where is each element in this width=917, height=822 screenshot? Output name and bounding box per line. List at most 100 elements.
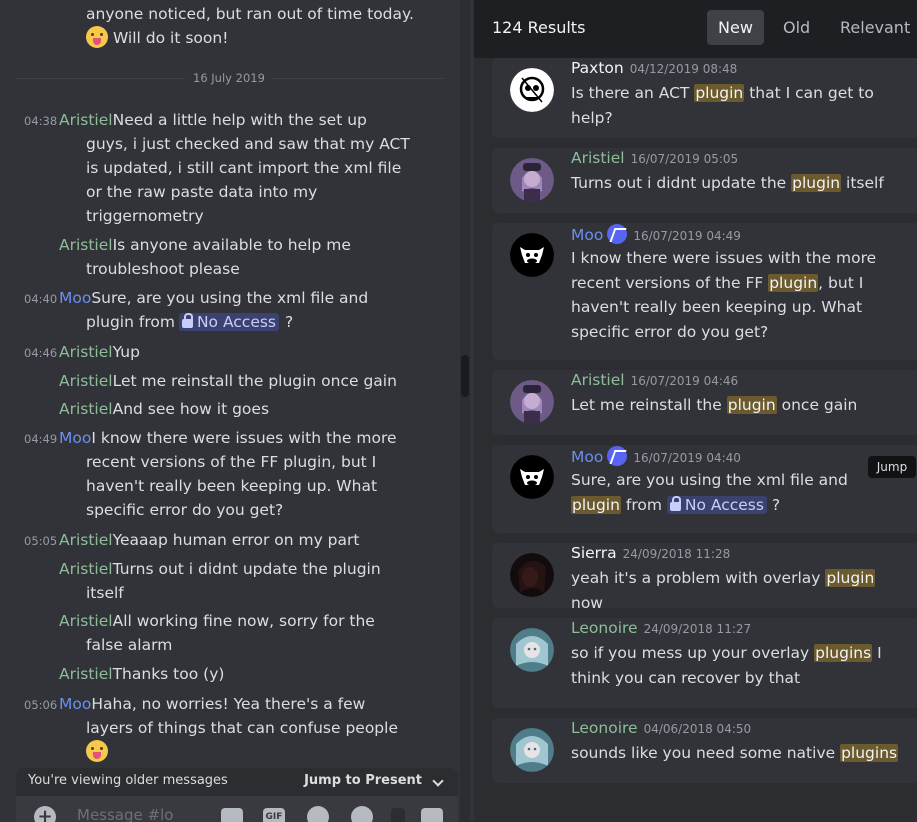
result-date: 04/12/2019 08:48 [629,62,738,76]
message-author[interactable]: Moo [59,695,91,713]
result-author[interactable]: Leonoire [571,719,638,737]
tongue-emoji-icon [86,26,108,48]
message-line: itself [86,581,124,605]
message-text: recent versions of the FF plugin, but I [86,453,377,471]
result-author[interactable]: Sierra [571,544,617,562]
message-line: AristielThanks too (y) [59,662,224,686]
sticker-icon[interactable] [307,806,329,822]
message-text: Sure, are you using the xml file and [91,289,369,307]
message-line: AristielYeaaap human error on my part [59,528,359,552]
search-header: 124 Results New Old Relevant [474,0,917,58]
result-author[interactable]: Moo [571,226,603,244]
mention-label: No Access [196,313,277,331]
result-author[interactable]: Paxton [571,59,624,77]
result-author-row: Leonoire 24/09/2018 11:27 [571,619,751,637]
avatar[interactable] [510,158,554,202]
message-author[interactable]: Aristiel [59,612,113,630]
message-line: or the raw paste data into my [86,180,317,204]
result-text-segment: itself [841,174,884,192]
chat-panel: anyone noticed, but ran out of time toda… [0,0,474,822]
message-input[interactable]: Message #lo [77,806,173,822]
result-author[interactable]: Aristiel [571,149,625,167]
result-author[interactable]: Leonoire [571,619,638,637]
chevron-down-icon[interactable] [432,775,444,787]
result-text-segment: sounds like you need some native [571,744,841,762]
lock-icon [669,495,681,511]
result-text-segment: so if you mess up your overlay [571,644,815,662]
message-author[interactable]: Aristiel [59,111,113,129]
result-date: 24/09/2018 11:28 [622,547,731,561]
result-author[interactable]: Aristiel [571,371,625,389]
search-result-card[interactable]: Sierra 24/09/2018 11:28 yeah it's a proble… [492,543,917,612]
result-text-segment: Is there an ACT [571,84,695,102]
message-author[interactable]: Aristiel [59,400,113,418]
search-highlight: plugin [825,569,876,587]
message-author[interactable]: Moo [59,429,91,447]
search-result-card[interactable]: Moo 16/07/2019 04:49 I know there were iss… [492,223,917,360]
search-highlight: plugin [791,174,842,192]
result-text-segment: now [571,593,603,612]
gif-icon[interactable]: GIF [263,808,285,822]
message-line: plugin from No Access? [86,310,293,334]
message-line: is updated, i still cant import the xml … [86,156,401,180]
message-text: Haha, no worries! Yea there's a few [91,695,366,713]
tongue-emoji-icon [86,740,108,762]
avatar[interactable] [510,455,554,499]
search-result-card[interactable]: Paxton 04/12/2019 08:48 Is there an ACT pl… [492,58,917,138]
search-result-card[interactable]: Leonoire 24/09/2018 11:27 so if you mess u… [492,618,917,708]
message-text: ? [285,313,294,331]
scrollbar-track[interactable] [460,0,470,822]
apps-icon[interactable] [421,808,443,822]
message-author[interactable]: Aristiel [59,236,113,254]
result-date: 24/09/2018 11:27 [643,622,752,636]
search-results-panel: 124 Results New Old Relevant Paxton 04/12… [474,0,917,822]
result-author[interactable]: Moo [571,448,603,466]
message-text: itself [86,584,124,602]
message-author[interactable]: Aristiel [59,665,113,683]
jump-to-present-button[interactable]: Jump to Present [304,773,422,788]
result-author-row: Leonoire 04/06/2018 04:50 [571,719,751,737]
search-result-card[interactable]: Leonoire 04/06/2018 04:50 sounds like you … [492,718,917,783]
search-result-card[interactable]: Aristiel 16/07/2019 04:46 Let me reinstall… [492,370,917,435]
avatar[interactable] [510,728,554,772]
message-author[interactable]: Aristiel [59,531,113,549]
result-date: 16/07/2019 05:05 [630,152,739,166]
result-text: Turns out i didnt update the plugin itse… [571,171,901,196]
sort-old-button[interactable]: Old [772,10,821,45]
avatar[interactable] [510,68,554,112]
message-timestamp: 05:06 [24,698,58,712]
add-attachment-icon[interactable]: + [34,806,56,822]
result-text: Is there an ACT plugin that I can get to… [571,81,901,130]
scrollbar-thumb[interactable] [461,355,469,397]
message-text: layers of things that can confuse people [86,719,398,737]
message-author[interactable]: Aristiel [59,372,113,390]
jump-tooltip[interactable]: Jump [868,456,916,478]
message-text: or the raw paste data into my [86,183,318,201]
search-highlight: plugins [840,744,899,762]
avatar[interactable] [510,628,554,672]
message-line: MooSure, are you using the xml file and [59,286,368,310]
avatar[interactable] [510,380,554,424]
message-text: I know there were issues with the more [91,429,397,447]
search-result-card[interactable]: Moo 16/07/2019 04:40 Sure, are you using t… [492,445,917,533]
result-text: sounds like you need some native plugins [571,741,901,766]
avatar[interactable] [510,233,554,277]
search-result-card[interactable]: Aristiel 16/07/2019 05:05 Turns out i didn… [492,148,917,213]
channel-mention[interactable]: No Access [666,495,767,514]
result-text-segment: Sure, are you using the xml file and [571,471,848,489]
message-author[interactable]: Aristiel [59,560,113,578]
emoji-picker-icon[interactable] [351,806,373,822]
result-text: Sure, are you using the xml file and plu… [571,468,901,517]
sort-relevant-button[interactable]: Relevant [829,10,917,45]
message-timestamp: 04:46 [24,346,58,360]
sort-new-button[interactable]: New [707,10,764,45]
result-date: 16/07/2019 04:49 [633,229,741,243]
result-author-row: Moo 16/07/2019 04:49 [571,224,741,244]
avatar[interactable] [510,553,554,597]
message-timestamp: 04:49 [24,432,58,446]
gift-icon[interactable] [221,808,243,822]
channel-mention[interactable]: No Access [178,313,280,331]
message-author[interactable]: Moo [59,289,91,307]
message-author[interactable]: Aristiel [59,343,113,361]
result-date: 04/06/2018 04:50 [643,722,752,736]
